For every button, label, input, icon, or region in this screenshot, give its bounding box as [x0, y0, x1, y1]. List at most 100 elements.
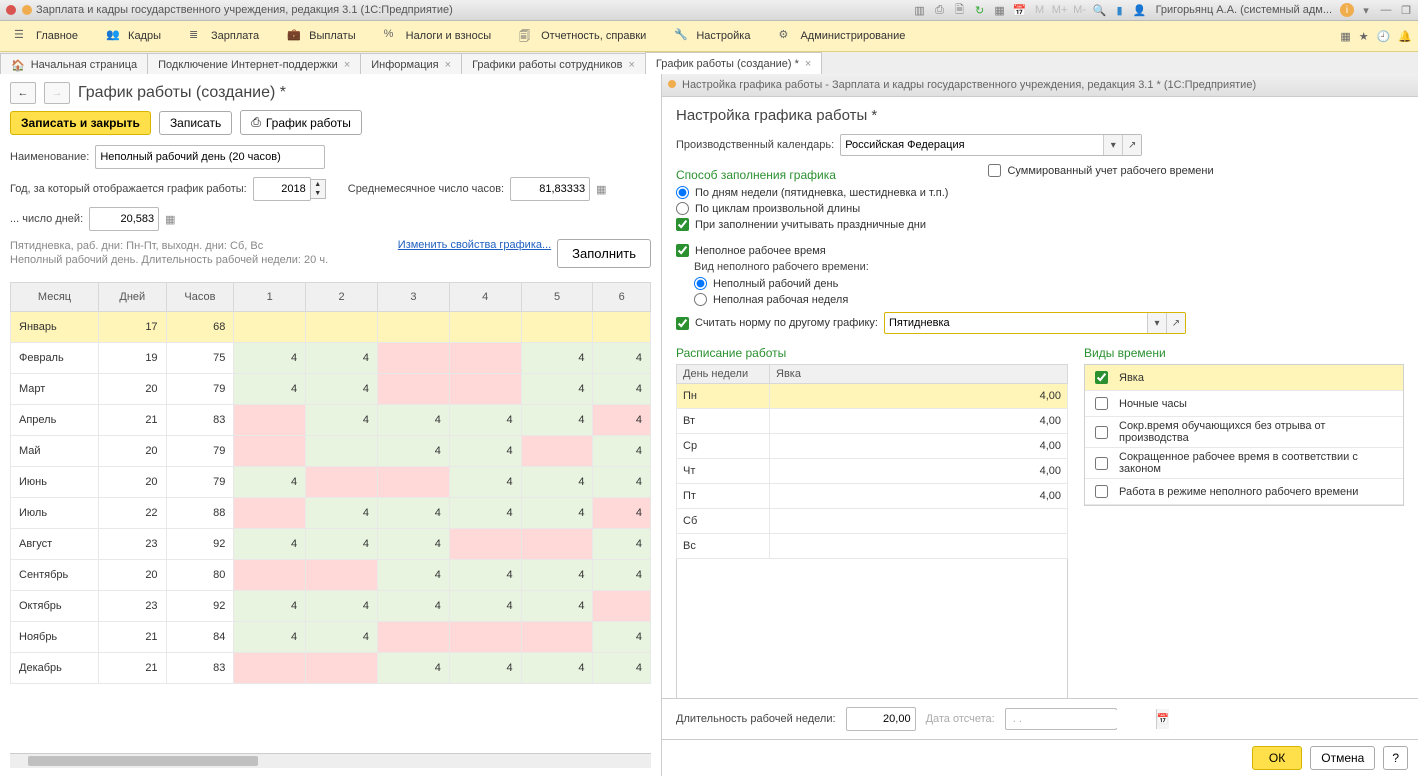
- list-item[interactable]: Явка: [1085, 365, 1403, 391]
- table-row[interactable]: Сб: [677, 509, 1068, 534]
- year-spinner[interactable]: ▲▼: [253, 177, 326, 201]
- tab-internet[interactable]: Подключение Интернет-поддержки×: [147, 53, 361, 76]
- table-row[interactable]: Пн4,00: [677, 384, 1068, 409]
- date-input[interactable]: [1006, 710, 1156, 728]
- spin-down[interactable]: ▼: [311, 189, 325, 198]
- doc-icon[interactable]: 🗎: [952, 2, 968, 18]
- table-row[interactable]: Ноябрь2184444: [11, 622, 651, 653]
- table-row[interactable]: Вс: [677, 534, 1068, 559]
- checkbox[interactable]: [1095, 371, 1108, 384]
- ok-button[interactable]: ОК: [1252, 746, 1302, 770]
- schedule-days-table[interactable]: День неделиЯвка Пн4,00Вт4,00Ср4,00Чт4,00…: [676, 364, 1068, 559]
- list-item[interactable]: Сокр.время обучающихся без отрыва от про…: [1085, 417, 1403, 448]
- schedule-table[interactable]: Месяц Дней Часов 1 2 3 4 5 6 Январь1768Ф…: [10, 282, 651, 684]
- date-field[interactable]: 📅: [1005, 708, 1117, 730]
- radio-weekdays[interactable]: По дням недели (пятидневка, шестидневка …: [676, 186, 948, 199]
- table-row[interactable]: Май2079444: [11, 436, 651, 467]
- calc-icon[interactable]: ▦: [596, 183, 606, 196]
- cancel-button[interactable]: Отмена: [1310, 746, 1375, 770]
- user-name[interactable]: Григорьянц А.А. (системный адм...: [1156, 4, 1332, 16]
- forward-button[interactable]: →: [44, 82, 70, 104]
- calendar-input[interactable]: [841, 136, 1103, 154]
- star-icon[interactable]: ★: [1359, 30, 1369, 43]
- close-icon[interactable]: ×: [344, 59, 350, 71]
- close-icon[interactable]: ×: [628, 59, 634, 71]
- maximize-icon[interactable]: ❐: [1398, 2, 1414, 18]
- info-icon[interactable]: i: [1340, 3, 1354, 17]
- print-button[interactable]: ⎙График работы: [240, 110, 362, 135]
- week-dur-input[interactable]: [846, 707, 916, 731]
- checkbox[interactable]: [1095, 485, 1108, 498]
- table-row[interactable]: Март20794444: [11, 374, 651, 405]
- change-props-link[interactable]: Изменить свойства графика...: [398, 239, 551, 251]
- menu-admin[interactable]: ⚙Администрирование: [764, 21, 919, 51]
- tab-graphics[interactable]: Графики работы сотрудников×: [461, 53, 646, 76]
- tab-info[interactable]: Информация×: [360, 53, 462, 76]
- minimize-icon[interactable]: —: [1378, 2, 1394, 18]
- scrollbar-thumb[interactable]: [28, 756, 258, 766]
- days-input[interactable]: [89, 207, 159, 231]
- help-button[interactable]: ?: [1383, 746, 1408, 770]
- radio-partweek[interactable]: Неполная рабочая неделя: [694, 293, 1404, 306]
- table-row[interactable]: Июнь20794444: [11, 467, 651, 498]
- table-row[interactable]: Сентябрь20804444: [11, 560, 651, 591]
- close-icon[interactable]: ×: [445, 59, 451, 71]
- list-item[interactable]: Сокращенное рабочее время в соответствии…: [1085, 448, 1403, 479]
- checkbox[interactable]: [1095, 426, 1108, 439]
- check-summed[interactable]: Суммированный учет рабочего времени: [988, 164, 1213, 177]
- save-button[interactable]: Записать: [159, 111, 232, 135]
- menu-hamburger[interactable]: ☰Главное: [0, 21, 92, 51]
- back-button[interactable]: ←: [10, 82, 36, 104]
- table-row[interactable]: Вт4,00: [677, 409, 1068, 434]
- tab-current[interactable]: График работы (создание) *×: [645, 52, 822, 76]
- tab-home[interactable]: 🏠Начальная страница: [0, 53, 148, 76]
- table-row[interactable]: Июль228844444: [11, 498, 651, 529]
- table-row[interactable]: Январь1768: [11, 312, 651, 343]
- avg-hours-input[interactable]: [510, 177, 590, 201]
- check-norm[interactable]: Считать норму по другому графику:: [676, 317, 878, 330]
- calendar-icon[interactable]: 📅: [1156, 709, 1169, 729]
- table-row[interactable]: Чт4,00: [677, 459, 1068, 484]
- time-types-list[interactable]: ЯвкаНочные часыСокр.время обучающихся бе…: [1084, 364, 1404, 506]
- calc-icon[interactable]: ▦: [165, 213, 175, 226]
- menu-kadry[interactable]: 👥Кадры: [92, 21, 175, 51]
- history-icon[interactable]: 🕘: [1377, 30, 1391, 43]
- menu-otchet[interactable]: 🗐Отчетность, справки: [505, 21, 660, 51]
- table-row[interactable]: Февраль19754444: [11, 343, 651, 374]
- list-item[interactable]: Ночные часы: [1085, 391, 1403, 417]
- norm-input[interactable]: [885, 314, 1147, 332]
- open-icon[interactable]: ↗: [1166, 313, 1185, 333]
- m-minus-icon[interactable]: M-: [1072, 2, 1088, 18]
- toolbar-icon[interactable]: ▥: [912, 2, 928, 18]
- table-row[interactable]: Октябрь239244444: [11, 591, 651, 622]
- table-row[interactable]: Август23924444: [11, 529, 651, 560]
- calendar-select[interactable]: ▾ ↗: [840, 134, 1142, 156]
- zoom-icon[interactable]: 🔍: [1092, 2, 1108, 18]
- name-input[interactable]: [95, 145, 325, 169]
- chevron-down-icon[interactable]: ▾: [1103, 135, 1122, 155]
- norm-select[interactable]: ▾ ↗: [884, 312, 1186, 334]
- print-icon[interactable]: ⎙: [932, 2, 948, 18]
- year-input[interactable]: [253, 177, 311, 201]
- check-parttime[interactable]: Неполное рабочее время: [676, 244, 1404, 257]
- fill-button[interactable]: Заполнить: [557, 239, 651, 268]
- menu-vyplaty[interactable]: 💼Выплаты: [273, 21, 369, 51]
- open-icon[interactable]: ↗: [1122, 135, 1141, 155]
- list-item[interactable]: Работа в режиме неполного рабочего време…: [1085, 479, 1403, 505]
- save-close-button[interactable]: Записать и закрыть: [10, 111, 151, 135]
- close-icon[interactable]: ×: [805, 58, 811, 70]
- calc-icon[interactable]: ▦: [992, 2, 1008, 18]
- table-row[interactable]: Пт4,00: [677, 484, 1068, 509]
- menu-nalogi[interactable]: %Налоги и взносы: [370, 21, 506, 51]
- apps-icon[interactable]: ▦: [1340, 30, 1350, 43]
- table-row[interactable]: Ср4,00: [677, 434, 1068, 459]
- refresh-icon[interactable]: ↻: [972, 2, 988, 18]
- calendar-icon[interactable]: 📅: [1012, 2, 1028, 18]
- table-row[interactable]: Апрель218344444: [11, 405, 651, 436]
- horizontal-scrollbar[interactable]: [10, 753, 651, 768]
- bell-icon[interactable]: 🔔: [1398, 30, 1412, 43]
- menu-settings[interactable]: 🔧Настройка: [660, 21, 764, 51]
- dropdown-icon[interactable]: ▾: [1358, 2, 1374, 18]
- panel-icon[interactable]: ▮: [1112, 2, 1128, 18]
- table-row[interactable]: Декабрь21834444: [11, 653, 651, 684]
